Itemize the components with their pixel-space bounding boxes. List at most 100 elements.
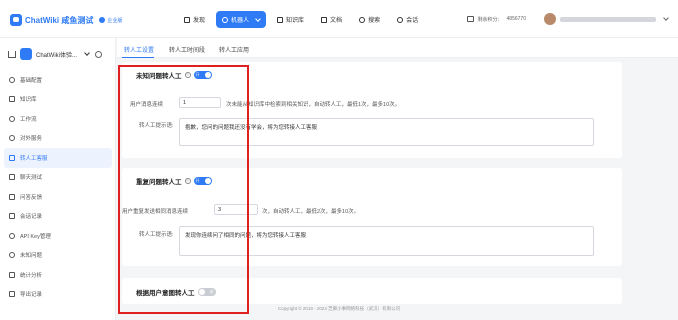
toggle-label: 开: [195, 72, 200, 77]
quota-label: 剩余积分：: [477, 16, 503, 23]
sidebar-item-label: 聊天测试: [20, 175, 43, 182]
sidebar-item-knowledge[interactable]: 知识库: [4, 90, 112, 110]
robot-switcher[interactable]: ChatWiki体验...: [8, 46, 112, 62]
toggle-knob: [204, 178, 211, 184]
count-suffix: 次，自动转人工，最低2次，最多10次。: [262, 209, 360, 215]
chat-test-icon: [9, 174, 15, 181]
nav-docs[interactable]: 文档: [315, 11, 348, 28]
sidebar-item-label: API Key管理: [20, 233, 51, 240]
toggle-knob: [204, 72, 211, 78]
service-icon: [9, 135, 15, 142]
robot-name: ChatWiki体验...: [36, 52, 78, 59]
edition-badge-label: 企业版: [107, 17, 123, 24]
avatar[interactable]: [544, 13, 556, 25]
sidebar-item-session-records[interactable]: 会话记录: [4, 207, 112, 227]
sidebar-item-human-agent[interactable]: 转人工客服: [4, 148, 112, 168]
sidebar-item-qa-feedback[interactable]: 问答反馈: [4, 187, 112, 207]
prompt-label: 转人工提示语:: [139, 232, 174, 238]
tab-transfer-time[interactable]: 转人工时间段: [169, 45, 205, 54]
section-intent: 根据用户意图转人工 关: [122, 278, 622, 304]
workflow-icon: [9, 115, 15, 122]
nav-label: 发现: [193, 18, 206, 24]
feedback-icon: [9, 193, 15, 200]
edition-badge: 企业版: [99, 17, 122, 24]
search-icon: [359, 16, 366, 23]
home-icon: [184, 16, 190, 23]
robot-avatar-icon: [20, 48, 32, 60]
sidebar-item-export-records[interactable]: 导出记录: [4, 285, 112, 305]
robot-icon: [222, 16, 229, 23]
nav-knowledge-base[interactable]: 知识库: [271, 11, 310, 28]
question-icon: [9, 252, 15, 259]
repeat-toggle[interactable]: 开: [193, 177, 212, 185]
main-nav: 发现 机器人 知识库 文档 搜索 会话: [178, 11, 424, 28]
repeat-count-input[interactable]: 3: [214, 204, 258, 215]
active-tab-underline: [122, 56, 154, 58]
tab-bar: 转人工设置 转人工时间段 转人工应用: [117, 38, 678, 58]
brand-name: ChatWiki 咸鱼测试: [25, 15, 94, 25]
top-header: ChatWiki 咸鱼测试 企业版 发现 机器人 知识库 文档 搜索 会话 剩余…: [0, 0, 678, 38]
unknown-count-input[interactable]: 1: [179, 97, 221, 108]
count-suffix: 次未能从知识库中检索到相关知识，自动转人工，最低1次，最多10次。: [226, 102, 401, 108]
nav-label: 知识库: [286, 18, 305, 24]
user-name-blurred[interactable]: [560, 16, 656, 22]
export-icon: [9, 291, 15, 298]
book-icon: [277, 16, 284, 23]
nav-search[interactable]: 搜索: [353, 11, 386, 28]
settings-icon: [9, 76, 15, 83]
doc-icon: [321, 16, 328, 23]
book-icon: [9, 96, 15, 103]
nav-discover[interactable]: 发现: [178, 11, 211, 28]
sidebar-item-unknown-questions[interactable]: 未知问题: [4, 246, 112, 266]
chevron-down-icon[interactable]: [84, 50, 90, 56]
sidebar-menu: 基础配置 知识库 工作流 对外服务 转人工客服 聊天测试 问答反馈 会话记录 A…: [4, 70, 112, 304]
record-icon: [9, 213, 15, 220]
sidebar-item-label: 对外服务: [20, 136, 43, 143]
sidebar-item-label: 工作流: [20, 116, 37, 123]
agent-icon: [9, 154, 15, 161]
home-icon[interactable]: [8, 50, 16, 58]
chatwiki-logo-icon: [10, 14, 22, 26]
sidebar-item-basic-config[interactable]: 基础配置: [4, 70, 112, 90]
tab-transfer-apps[interactable]: 转人工应用: [219, 45, 249, 54]
chat-icon: [397, 16, 404, 23]
repeat-prompt-textarea[interactable]: 发现你连续问了相同的问题，将为您转接人工客服: [179, 226, 594, 256]
chevron-down-icon[interactable]: [663, 15, 669, 21]
section-unknown-question: 未知问题转人工 ? 开 用户消息连续 1 次未能从知识库中检索到相关知识，自动转…: [122, 62, 622, 158]
nav-sessions[interactable]: 会话: [391, 11, 424, 28]
quota-icon: [466, 16, 474, 22]
quota-value: 4856770: [506, 16, 526, 22]
sidebar-item-label: 会话记录: [20, 214, 43, 221]
help-circle-icon[interactable]: ?: [184, 178, 191, 184]
sidebar-item-chat-test[interactable]: 聊天测试: [4, 168, 112, 188]
sidebar-item-statistics[interactable]: 统计分析: [4, 265, 112, 285]
section-repeat-question: 重复问题转人工 ? 开 用户重复发送相同消息连续 3 次，自动转人工，最低2次，…: [122, 168, 622, 266]
unknown-toggle[interactable]: 开: [193, 71, 212, 79]
toggle-label: 开: [195, 178, 200, 183]
help-circle-icon[interactable]: ?: [184, 72, 191, 78]
toggle-knob: [198, 289, 205, 295]
key-icon: [9, 232, 15, 239]
sidebar-item-label: 统计分析: [20, 272, 43, 279]
nav-label: 搜索: [368, 18, 381, 24]
toggle-label: 关: [209, 289, 214, 294]
sidebar-item-label: 导出记录: [20, 292, 43, 299]
header-right: 剩余积分： 4856770: [466, 13, 669, 25]
badge-dot-icon: [99, 17, 106, 23]
count-label: 用户消息连续: [130, 102, 164, 108]
sidebar-item-external-service[interactable]: 对外服务: [4, 129, 112, 149]
unknown-prompt-textarea[interactable]: 抱歉，您问的问题我还没有学会，将为您转接人工客服: [179, 118, 594, 146]
intent-toggle[interactable]: 关: [197, 288, 216, 296]
add-icon[interactable]: [95, 50, 103, 58]
section-title-text: 重复问题转人工: [136, 179, 182, 186]
sidebar-item-workflow[interactable]: 工作流: [4, 109, 112, 129]
nav-label: 机器人: [231, 18, 250, 24]
sidebar-item-label: 未知问题: [20, 253, 43, 260]
prompt-label: 转人工提示语:: [139, 123, 174, 129]
tab-transfer-settings[interactable]: 转人工设置: [124, 45, 154, 54]
chevron-down-icon: [255, 15, 261, 22]
nav-robot[interactable]: 机器人: [216, 11, 267, 28]
section-title-text: 根据用户意图转人工: [136, 290, 195, 297]
sidebar-item-api-key[interactable]: API Key管理: [4, 226, 112, 246]
brand[interactable]: ChatWiki 咸鱼测试 企业版: [10, 14, 122, 26]
